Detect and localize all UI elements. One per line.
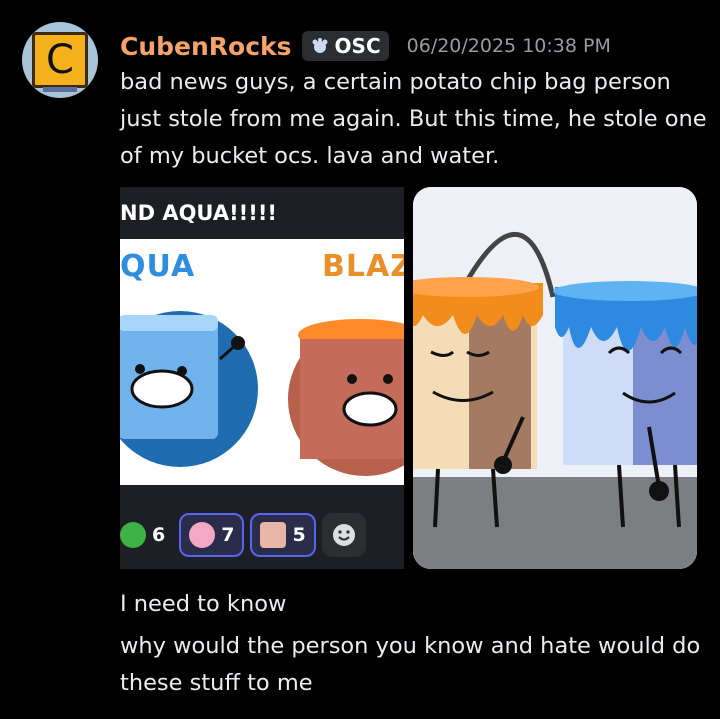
image-attachment-left[interactable]: ND AQUA!!!!! QUA BLAZ 6 7 5 [120, 187, 404, 569]
image-attachment-right[interactable] [413, 187, 697, 569]
splash-icon [312, 38, 328, 53]
reaction-bar: 6 7 5 [120, 513, 366, 557]
message-body: bad news guys, a certain potato chip bag… [120, 64, 710, 175]
tag-label: OSC [334, 34, 381, 58]
green-blob-emoji-icon [120, 522, 146, 548]
pink-card-emoji-icon [260, 522, 287, 548]
lava-and-water-buckets-image [413, 187, 697, 569]
reaction-count: 7 [221, 524, 235, 546]
followup-message: I need to know [120, 591, 287, 617]
timestamp: 06/20/2025 10:38 PM [406, 35, 611, 57]
reaction-pink-card[interactable]: 5 [250, 513, 316, 557]
avatar-cube-icon: C [32, 32, 88, 92]
reaction-brain[interactable]: 7 [179, 513, 245, 557]
reaction-count: 6 [152, 524, 166, 546]
followup-message: why would the person you know and hate w… [120, 633, 701, 696]
message-line: of my bucket ocs. lava and water. [120, 143, 500, 169]
bucket-characters-image [120, 311, 404, 485]
username[interactable]: CubenRocks [120, 32, 292, 61]
reaction-count: 5 [292, 524, 306, 546]
smiley-add-reaction-icon [332, 524, 355, 546]
message-line: just stole from me again. But this time,… [120, 106, 707, 132]
message-header: CubenRocks OSC 06/20/2025 10:38 PM [120, 26, 611, 66]
avatar-letter: C [46, 37, 74, 83]
avatar[interactable]: C [22, 22, 98, 98]
add-reaction-button[interactable] [321, 513, 366, 557]
bucket-panel: QUA BLAZ [120, 239, 404, 485]
message-line: bad news guys, a certain potato chip bag… [120, 69, 671, 95]
reaction-green-blob[interactable]: 6 [120, 513, 173, 557]
image-caption: ND AQUA!!!!! [120, 201, 277, 225]
guild-tag[interactable]: OSC [301, 31, 389, 61]
brain-emoji-icon [189, 522, 216, 548]
